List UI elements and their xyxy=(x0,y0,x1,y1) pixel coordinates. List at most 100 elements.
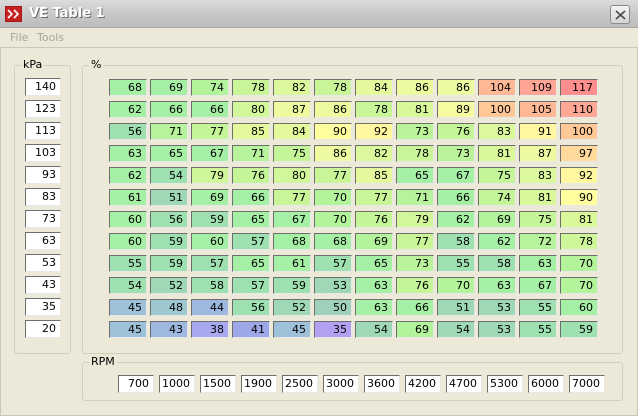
rpm-value-field[interactable]: 1500 xyxy=(200,375,236,393)
ve-cell[interactable]: 65 xyxy=(355,255,393,272)
ve-cell[interactable]: 58 xyxy=(191,277,229,294)
ve-cell[interactable]: 45 xyxy=(273,321,311,338)
ve-cell[interactable]: 97 xyxy=(560,145,598,162)
menu-file[interactable]: File xyxy=(10,30,28,45)
ve-cell[interactable]: 63 xyxy=(109,145,147,162)
ve-cell[interactable]: 53 xyxy=(478,321,516,338)
ve-cell[interactable]: 68 xyxy=(314,233,352,250)
ve-cell[interactable]: 71 xyxy=(150,123,188,140)
ve-cell[interactable]: 59 xyxy=(560,321,598,338)
ve-cell[interactable]: 59 xyxy=(150,255,188,272)
ve-cell[interactable]: 81 xyxy=(560,211,598,228)
ve-cell[interactable]: 43 xyxy=(150,321,188,338)
ve-cell[interactable]: 65 xyxy=(232,211,270,228)
ve-cell[interactable]: 57 xyxy=(232,233,270,250)
ve-cell[interactable]: 35 xyxy=(314,321,352,338)
ve-cell[interactable]: 63 xyxy=(355,299,393,316)
ve-cell[interactable]: 52 xyxy=(150,277,188,294)
kpa-value-field[interactable]: 35 xyxy=(25,298,61,316)
ve-cell[interactable]: 69 xyxy=(478,211,516,228)
ve-cell[interactable]: 53 xyxy=(478,299,516,316)
ve-cell[interactable]: 55 xyxy=(519,299,557,316)
ve-cell[interactable]: 86 xyxy=(314,145,352,162)
ve-cell[interactable]: 82 xyxy=(273,79,311,96)
ve-cell[interactable]: 109 xyxy=(519,79,557,96)
ve-cell[interactable]: 55 xyxy=(519,321,557,338)
ve-cell[interactable]: 87 xyxy=(273,101,311,118)
ve-cell[interactable]: 60 xyxy=(109,211,147,228)
ve-cell[interactable]: 69 xyxy=(396,321,434,338)
ve-cell[interactable]: 83 xyxy=(478,123,516,140)
ve-cell[interactable]: 66 xyxy=(191,101,229,118)
ve-cell[interactable]: 48 xyxy=(150,299,188,316)
ve-cell[interactable]: 75 xyxy=(273,145,311,162)
kpa-value-field[interactable]: 123 xyxy=(25,100,61,118)
ve-cell[interactable]: 66 xyxy=(232,189,270,206)
ve-cell[interactable]: 58 xyxy=(478,255,516,272)
ve-cell[interactable]: 67 xyxy=(273,211,311,228)
ve-cell[interactable]: 45 xyxy=(109,299,147,316)
ve-cell[interactable]: 79 xyxy=(191,167,229,184)
ve-cell[interactable]: 77 xyxy=(314,167,352,184)
ve-cell[interactable]: 68 xyxy=(109,79,147,96)
ve-cell[interactable]: 70 xyxy=(560,255,598,272)
rpm-value-field[interactable]: 4200 xyxy=(405,375,441,393)
ve-cell[interactable]: 84 xyxy=(355,79,393,96)
ve-cell[interactable]: 70 xyxy=(560,277,598,294)
ve-cell[interactable]: 76 xyxy=(232,167,270,184)
ve-cell[interactable]: 58 xyxy=(437,233,475,250)
kpa-value-field[interactable]: 103 xyxy=(25,144,61,162)
ve-cell[interactable]: 78 xyxy=(232,79,270,96)
ve-cell[interactable]: 117 xyxy=(560,79,598,96)
ve-cell[interactable]: 86 xyxy=(314,101,352,118)
ve-cell[interactable]: 55 xyxy=(437,255,475,272)
ve-cell[interactable]: 60 xyxy=(191,233,229,250)
ve-cell[interactable]: 63 xyxy=(519,255,557,272)
ve-cell[interactable]: 100 xyxy=(478,101,516,118)
ve-cell[interactable]: 67 xyxy=(519,277,557,294)
ve-cell[interactable]: 66 xyxy=(396,299,434,316)
ve-cell[interactable]: 77 xyxy=(273,189,311,206)
ve-cell[interactable]: 59 xyxy=(273,277,311,294)
ve-cell[interactable]: 63 xyxy=(355,277,393,294)
ve-cell[interactable]: 69 xyxy=(355,233,393,250)
ve-cell[interactable]: 41 xyxy=(232,321,270,338)
rpm-value-field[interactable]: 4700 xyxy=(446,375,482,393)
ve-cell[interactable]: 76 xyxy=(396,277,434,294)
ve-cell[interactable]: 78 xyxy=(396,145,434,162)
title-bar[interactable]: VE Table 1 xyxy=(0,0,638,28)
ve-cell[interactable]: 90 xyxy=(314,123,352,140)
ve-cell[interactable]: 74 xyxy=(191,79,229,96)
ve-cell[interactable]: 82 xyxy=(355,145,393,162)
ve-cell[interactable]: 62 xyxy=(478,233,516,250)
rpm-value-field[interactable]: 3000 xyxy=(323,375,359,393)
ve-cell[interactable]: 68 xyxy=(273,233,311,250)
ve-cell[interactable]: 51 xyxy=(150,189,188,206)
ve-cell[interactable]: 51 xyxy=(437,299,475,316)
ve-cell[interactable]: 65 xyxy=(396,167,434,184)
ve-cell[interactable]: 81 xyxy=(519,189,557,206)
ve-cell[interactable]: 53 xyxy=(314,277,352,294)
ve-cell[interactable]: 76 xyxy=(355,211,393,228)
ve-cell[interactable]: 86 xyxy=(437,79,475,96)
ve-cell[interactable]: 66 xyxy=(150,101,188,118)
ve-cell[interactable]: 87 xyxy=(519,145,557,162)
ve-cell[interactable]: 81 xyxy=(396,101,434,118)
ve-cell[interactable]: 69 xyxy=(150,79,188,96)
kpa-value-field[interactable]: 53 xyxy=(25,254,61,272)
ve-cell[interactable]: 60 xyxy=(109,233,147,250)
ve-cell[interactable]: 54 xyxy=(355,321,393,338)
rpm-value-field[interactable]: 1000 xyxy=(159,375,195,393)
ve-cell[interactable]: 59 xyxy=(191,211,229,228)
ve-cell[interactable]: 83 xyxy=(519,167,557,184)
ve-cell[interactable]: 80 xyxy=(273,167,311,184)
ve-cell[interactable]: 67 xyxy=(437,167,475,184)
ve-cell[interactable]: 104 xyxy=(478,79,516,96)
ve-cell[interactable]: 85 xyxy=(355,167,393,184)
ve-cell[interactable]: 92 xyxy=(355,123,393,140)
ve-cell[interactable]: 57 xyxy=(314,255,352,272)
rpm-value-field[interactable]: 3600 xyxy=(364,375,400,393)
ve-cell[interactable]: 76 xyxy=(437,123,475,140)
ve-cell[interactable]: 69 xyxy=(191,189,229,206)
ve-cell[interactable]: 85 xyxy=(232,123,270,140)
